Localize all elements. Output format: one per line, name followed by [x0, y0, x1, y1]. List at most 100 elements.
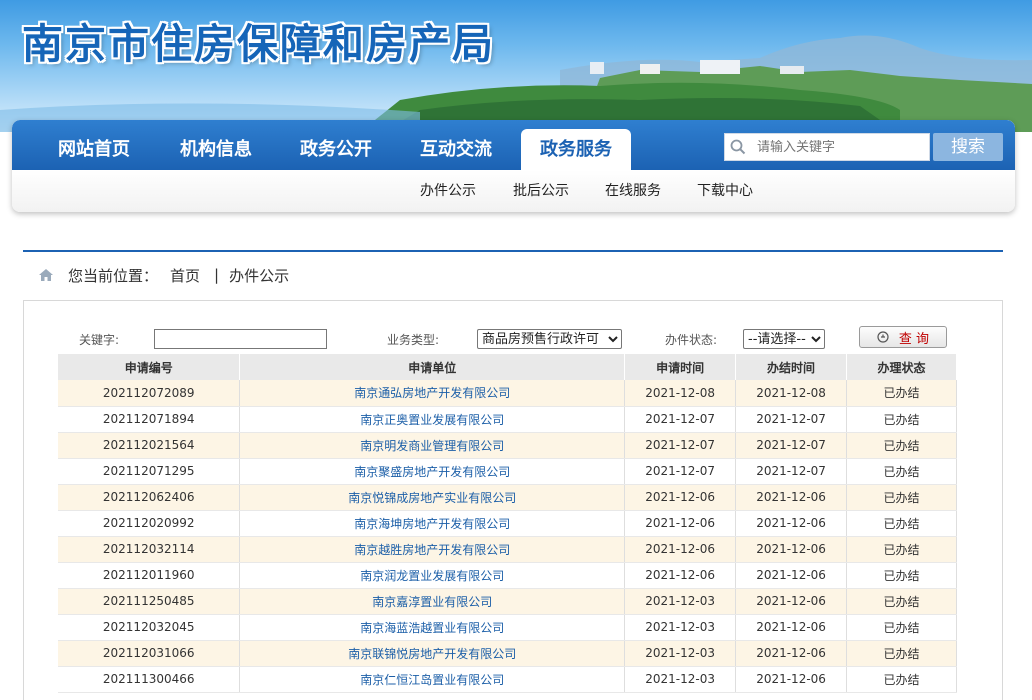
nav-interaction[interactable]: 互动交流 [404, 129, 508, 170]
cell-applicant[interactable]: 南京联锦悦房地产开发有限公司 [239, 640, 626, 667]
table-row: 202112072089 南京通弘房地产开发有限公司 2021-12-08 2021-… [58, 380, 957, 407]
search-box [724, 133, 930, 161]
cell-application-no: 202112021564 [58, 432, 241, 459]
breadcrumb: 您当前位置： 首页 | 办件公示 [38, 264, 289, 286]
breadcrumb-current[interactable]: 办件公示 [229, 265, 289, 286]
cell-applicant[interactable]: 南京聚盛房地产开发有限公司 [239, 458, 626, 485]
cell-status: 已办结 [846, 640, 957, 667]
type-label: 业务类型: [387, 332, 440, 347]
cell-apply-date: 2021-12-03 [624, 666, 737, 693]
header-applicant: 申请单位 [239, 354, 626, 380]
table-row: 202112011960 南京润龙置业发展有限公司 2021-12-06 2021-1… [58, 562, 957, 589]
site-banner: 南京市住房保障和房产局 [0, 0, 1032, 132]
cell-status: 已办结 [846, 536, 957, 563]
table-row: 202112031066 南京联锦悦房地产开发有限公司 2021-12-03 2021… [58, 640, 957, 667]
cell-status: 已办结 [846, 406, 957, 433]
sub-nav-case-publicity[interactable]: 办件公示 [420, 180, 476, 200]
cell-application-no: 202111250485 [58, 588, 241, 615]
cell-application-no: 202112071894 [58, 406, 241, 433]
cell-applicant[interactable]: 南京海蓝浩越置业有限公司 [239, 614, 626, 641]
breadcrumb-home-link[interactable]: 首页 [170, 265, 200, 286]
type-filter: 业务类型: 商品房预售行政许可 [387, 328, 623, 350]
sub-nav-post-approval[interactable]: 批后公示 [513, 180, 569, 200]
cell-apply-date: 2021-12-06 [624, 536, 737, 563]
cell-status: 已办结 [846, 588, 957, 615]
cell-application-no: 202112072089 [58, 380, 241, 407]
case-publicity-panel: 关键字: 业务类型: 商品房预售行政许可 办件状态: --请选择-- 查 询 申… [23, 300, 1003, 700]
home-icon [38, 267, 54, 283]
nav-government-services[interactable]: 政务服务 [521, 129, 631, 170]
header-application-no: 申请编号 [58, 354, 241, 380]
site-title: 南京市住房保障和房产局 [22, 20, 495, 68]
main-navigation: 网站首页 机构信息 政务公开 互动交流 政务服务 搜索 办件公示 批后公示 在线… [12, 120, 1015, 212]
cell-applicant[interactable]: 南京明发商业管理有限公司 [239, 432, 626, 459]
cell-status: 已办结 [846, 484, 957, 511]
cell-complete-date: 2021-12-06 [735, 536, 848, 563]
cell-status: 已办结 [846, 458, 957, 485]
nav-home[interactable]: 网站首页 [42, 129, 146, 170]
cell-applicant[interactable]: 南京嘉淳置业有限公司 [239, 588, 626, 615]
table-row: 202112071295 南京聚盛房地产开发有限公司 2021-12-07 2021-… [58, 458, 957, 485]
cell-applicant[interactable]: 南京通弘房地产开发有限公司 [239, 380, 626, 407]
sub-nav-downloads[interactable]: 下载中心 [697, 180, 753, 200]
secondary-nav: 办件公示 批后公示 在线服务 下载中心 [12, 170, 1015, 212]
table-row: 202112032045 南京海蓝浩越置业有限公司 2021-12-03 2021-1… [58, 614, 957, 641]
cell-apply-date: 2021-12-03 [624, 614, 737, 641]
cell-complete-date: 2021-12-07 [735, 432, 848, 459]
cell-application-no: 202111300466 [58, 666, 241, 693]
cell-status: 已办结 [846, 380, 957, 407]
table-row: 202111250485 南京嘉淳置业有限公司 2021-12-03 2021-12-… [58, 588, 957, 615]
table-row: 202112032114 南京越胜房地产开发有限公司 2021-12-06 2021-… [58, 536, 957, 563]
keyword-label: 关键字: [79, 332, 120, 347]
sub-nav-online-services[interactable]: 在线服务 [605, 180, 661, 200]
cell-applicant[interactable]: 南京仁恒江岛置业有限公司 [239, 666, 626, 693]
table-header-row: 申请编号 申请单位 申请时间 办结时间 办理状态 [58, 354, 957, 380]
cell-status: 已办结 [846, 614, 957, 641]
cell-applicant[interactable]: 南京悦锦成房地产实业有限公司 [239, 484, 626, 511]
breadcrumb-prefix: 您当前位置： [68, 266, 159, 285]
table-row: 202111300466 南京仁恒江岛置业有限公司 2021-12-03 2021-1… [58, 666, 957, 693]
cell-apply-date: 2021-12-08 [624, 380, 737, 407]
cell-applicant[interactable]: 南京正奥置业发展有限公司 [239, 406, 626, 433]
cell-applicant[interactable]: 南京海坤房地产开发有限公司 [239, 510, 626, 537]
type-select[interactable]: 商品房预售行政许可 [477, 329, 623, 349]
cell-status: 已办结 [846, 510, 957, 537]
breadcrumb-separator: | [214, 266, 220, 284]
cell-complete-date: 2021-12-06 [735, 484, 848, 511]
header-complete-date: 办结时间 [735, 354, 848, 380]
header-apply-date: 申请时间 [624, 354, 737, 380]
cell-apply-date: 2021-12-07 [624, 432, 737, 459]
cell-complete-date: 2021-12-06 [735, 588, 848, 615]
nav-organization[interactable]: 机构信息 [164, 129, 268, 170]
cell-applicant[interactable]: 南京润龙置业发展有限公司 [239, 562, 626, 589]
query-button[interactable]: 查 询 [859, 326, 947, 348]
cell-apply-date: 2021-12-07 [624, 406, 737, 433]
cell-status: 已办结 [846, 562, 957, 589]
search-button[interactable]: 搜索 [933, 133, 1003, 161]
cell-application-no: 202112071295 [58, 458, 241, 485]
cell-status: 已办结 [846, 432, 957, 459]
cell-apply-date: 2021-12-06 [624, 484, 737, 511]
search-input[interactable] [751, 139, 929, 155]
cell-apply-date: 2021-12-06 [624, 510, 737, 537]
status-filter: 办件状态: --请选择-- [665, 328, 826, 350]
cell-application-no: 202112032045 [58, 614, 241, 641]
status-label: 办件状态: [665, 332, 718, 347]
cell-application-no: 202112011960 [58, 562, 241, 589]
status-select[interactable]: --请选择-- [743, 329, 826, 349]
table-row: 202112020992 南京海坤房地产开发有限公司 2021-12-06 2021-… [58, 510, 957, 537]
section-divider [23, 250, 1003, 252]
cell-application-no: 202112020992 [58, 510, 241, 537]
cell-complete-date: 2021-12-06 [735, 614, 848, 641]
case-table: 申请编号 申请单位 申请时间 办结时间 办理状态 202112072089 南京通… [58, 354, 957, 693]
pointer-hand-icon [877, 331, 889, 343]
cell-complete-date: 2021-12-08 [735, 380, 848, 407]
cell-complete-date: 2021-12-06 [735, 562, 848, 589]
keyword-input[interactable] [154, 329, 328, 349]
cell-application-no: 202112032114 [58, 536, 241, 563]
cell-apply-date: 2021-12-03 [624, 640, 737, 667]
nav-government-affairs[interactable]: 政务公开 [284, 129, 388, 170]
cell-applicant[interactable]: 南京越胜房地产开发有限公司 [239, 536, 626, 563]
table-row: 202112062406 南京悦锦成房地产实业有限公司 2021-12-06 2021… [58, 484, 957, 511]
cell-complete-date: 2021-12-07 [735, 458, 848, 485]
